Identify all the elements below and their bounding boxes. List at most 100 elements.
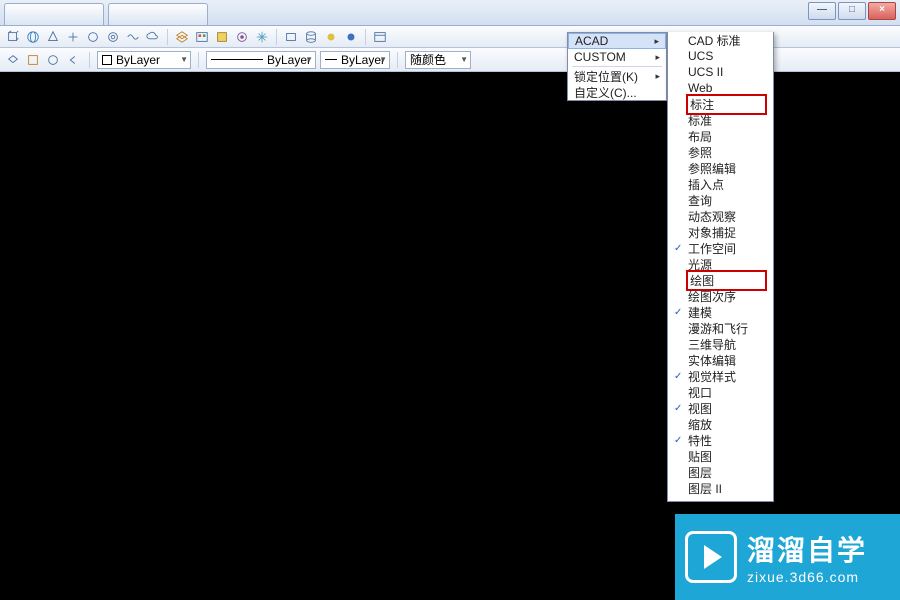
globe-icon[interactable] xyxy=(24,29,42,45)
highlight-icon[interactable] xyxy=(213,29,231,45)
plotstyle-value: 随颜色 xyxy=(410,51,446,68)
plus-icon[interactable] xyxy=(64,29,82,45)
chevron-down-icon: ▼ xyxy=(180,55,188,64)
menu-item-label: 视图 xyxy=(688,400,767,417)
menu-item[interactable]: UCS xyxy=(668,48,773,64)
menu-item[interactable]: 动态观察 xyxy=(668,208,773,224)
menu-item[interactable]: 三维导航 xyxy=(668,336,773,352)
menu-item[interactable]: 查询 xyxy=(668,192,773,208)
menu-item-label: 实体编辑 xyxy=(688,352,767,369)
menu-item-label: 图层 xyxy=(688,464,767,481)
checkmark-icon: ✓ xyxy=(674,371,688,382)
menu-item-label: 工作空间 xyxy=(688,240,767,257)
menu-item[interactable]: 锁定位置(K)▸ xyxy=(568,68,666,84)
sphere-icon[interactable] xyxy=(84,29,102,45)
window-tab[interactable] xyxy=(4,3,104,25)
layers-icon[interactable] xyxy=(173,29,191,45)
palette-icon[interactable] xyxy=(193,29,211,45)
menu-item-label: CUSTOM xyxy=(574,50,655,64)
box-icon[interactable] xyxy=(282,29,300,45)
menu-item[interactable]: 图层 xyxy=(668,464,773,480)
menu-item-label: CAD 标准 xyxy=(688,32,767,49)
donut-icon[interactable] xyxy=(104,29,122,45)
cone-icon[interactable] xyxy=(44,29,62,45)
menu-item[interactable]: 对象捕捉 xyxy=(668,224,773,240)
menu-item[interactable]: CAD 标准 xyxy=(668,32,773,48)
lineweight-dropdown[interactable]: ByLayer ▼ xyxy=(320,51,390,69)
layer-prev-icon[interactable] xyxy=(64,52,82,68)
menu-item[interactable]: 实体编辑 xyxy=(668,352,773,368)
menu-item[interactable]: UCS II xyxy=(668,64,773,80)
cloud-icon[interactable] xyxy=(144,29,162,45)
menu-item[interactable]: 布局 xyxy=(668,128,773,144)
toolbar-separator xyxy=(89,52,90,68)
menu-item[interactable]: 视口 xyxy=(668,384,773,400)
close-button[interactable]: × xyxy=(868,2,896,20)
isolate-icon[interactable] xyxy=(233,29,251,45)
dot-blue-icon[interactable] xyxy=(342,29,360,45)
window-controls: — □ × xyxy=(808,2,896,20)
menu-item-label: 绘图次序 xyxy=(688,288,767,305)
color-swatch-icon xyxy=(102,55,112,65)
menu-item[interactable]: 插入点 xyxy=(668,176,773,192)
cylinder-icon[interactable] xyxy=(302,29,320,45)
layer-icons-group xyxy=(4,52,82,68)
menu-item[interactable]: 标注 xyxy=(668,96,773,112)
menu-item[interactable]: ✓工作空间 xyxy=(668,240,773,256)
layer-dropdown[interactable]: ByLayer ▼ xyxy=(97,51,191,69)
menu-item[interactable]: ✓视图 xyxy=(668,400,773,416)
menu-item-label: 图层 II xyxy=(688,480,767,497)
menu-item[interactable]: ✓特性 xyxy=(668,432,773,448)
context-menu-level-2: CAD 标准UCSUCS IIWeb标注标准布局参照参照编辑插入点查询动态观察对… xyxy=(667,32,774,502)
menu-item[interactable]: ✓视觉样式 xyxy=(668,368,773,384)
menu-item[interactable]: 参照 xyxy=(668,144,773,160)
toolbar-separator xyxy=(276,29,277,45)
menu-item-label: 三维导航 xyxy=(688,336,767,353)
menu-item-label: 标注 xyxy=(690,96,763,113)
menu-item-label: 视觉样式 xyxy=(688,368,767,385)
menu-item-label: 动态观察 xyxy=(688,208,767,225)
plotstyle-dropdown[interactable]: 随颜色 ▼ xyxy=(405,51,471,69)
dot-yellow-icon[interactable] xyxy=(322,29,340,45)
checkmark-icon: ✓ xyxy=(674,435,688,446)
submenu-arrow-icon: ▸ xyxy=(654,36,659,47)
watermark-title: 溜溜自学 xyxy=(747,529,867,569)
menu-item[interactable]: ✓建模 xyxy=(668,304,773,320)
menu-item[interactable]: ACAD▸ xyxy=(568,33,666,49)
freeze-icon[interactable] xyxy=(253,29,271,45)
menu-item[interactable]: 参照编辑 xyxy=(668,160,773,176)
layer-match-icon[interactable] xyxy=(44,52,62,68)
layer-state-icon[interactable] xyxy=(24,52,42,68)
watermark-banner: 溜溜自学 zixue.3d66.com xyxy=(675,514,900,600)
menu-item[interactable]: 贴图 xyxy=(668,448,773,464)
watermark-text: 溜溜自学 zixue.3d66.com xyxy=(747,529,867,585)
menu-item[interactable]: CUSTOM▸ xyxy=(568,49,666,65)
menu-item-label: 视口 xyxy=(688,384,767,401)
toolbar-separator xyxy=(198,52,199,68)
minimize-button[interactable]: — xyxy=(808,2,836,20)
menu-item-label: 缩放 xyxy=(688,416,767,433)
lineweight-preview xyxy=(325,59,337,60)
chevron-down-icon: ▼ xyxy=(305,55,313,64)
menu-item-label: UCS xyxy=(688,49,767,63)
menu-item[interactable]: 漫游和飞行 xyxy=(668,320,773,336)
linetype-dropdown[interactable]: ByLayer ▼ xyxy=(206,51,316,69)
menu-item-label: 锁定位置(K) xyxy=(574,68,655,85)
menu-item[interactable]: 标准 xyxy=(668,112,773,128)
recent-icon[interactable] xyxy=(371,29,389,45)
layer-manager-icon[interactable] xyxy=(4,52,22,68)
menu-item[interactable]: 绘图 xyxy=(668,272,773,288)
menu-item[interactable]: 图层 II xyxy=(668,480,773,496)
cube-icon[interactable] xyxy=(4,29,22,45)
menu-item-label: ACAD xyxy=(575,34,654,48)
menu-item-label: 自定义(C)... xyxy=(574,84,660,101)
menu-item[interactable]: 自定义(C)... xyxy=(568,84,666,100)
menu-item[interactable]: 缩放 xyxy=(668,416,773,432)
menu-item[interactable]: 绘图次序 xyxy=(668,288,773,304)
warp-icon[interactable] xyxy=(124,29,142,45)
window-tab[interactable] xyxy=(108,3,208,25)
menu-item-label: 布局 xyxy=(688,128,767,145)
menu-item-label: 插入点 xyxy=(688,176,767,193)
linetype-preview xyxy=(211,59,263,60)
maximize-button[interactable]: □ xyxy=(838,2,866,20)
